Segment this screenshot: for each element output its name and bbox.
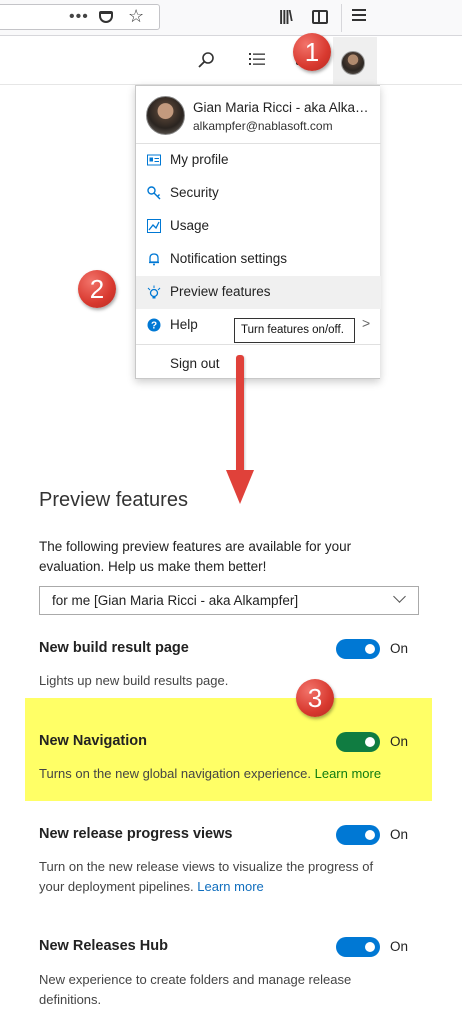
chevron-down-icon (393, 590, 406, 603)
menu-item-label: My profile (170, 152, 229, 167)
arrow-shaft (236, 355, 244, 475)
browser-toolbar: ••• ☆ |||\ (0, 0, 462, 36)
arrow-down-icon (226, 470, 254, 504)
profile-avatar (146, 96, 185, 135)
user-avatar[interactable] (341, 51, 365, 75)
callout-3: 3 (296, 679, 334, 717)
url-bar[interactable]: ••• ☆ (0, 4, 160, 30)
key-icon (147, 186, 161, 200)
preview-features-description: The following preview features are avail… (39, 539, 352, 574)
menu-item-sign-out[interactable]: Sign out (136, 348, 381, 381)
feature-description: New experience to create folders and man… (39, 972, 352, 1007)
hamburger-menu-icon[interactable] (352, 9, 366, 23)
callout-2: 2 (78, 270, 116, 308)
feature-name: New Navigation (39, 733, 147, 749)
sidebar-icon[interactable] (312, 10, 328, 24)
preview-sparkle-icon (147, 285, 161, 299)
search-icon[interactable] (197, 51, 215, 69)
scope-select[interactable]: for me [Gian Maria Ricci - aka Alkampfer… (39, 586, 419, 615)
feature-description: Lights up new build results page. (39, 673, 229, 688)
app-header (0, 37, 462, 85)
menu-item-my-profile[interactable]: My profile (136, 144, 381, 177)
menu-divider (136, 344, 381, 345)
menu-item-preview-features[interactable]: Preview features (136, 276, 381, 309)
feature-toggle[interactable] (336, 825, 380, 845)
profile-name: Gian Maria Ricci - aka Alka… (193, 100, 369, 115)
feature-name: New Releases Hub (39, 938, 168, 954)
id-card-icon (147, 154, 161, 166)
feature-toggle-state: On (390, 641, 409, 656)
menu-item-notification-settings[interactable]: Notification settings (136, 243, 381, 276)
feature-description: Turn on the new release views to visuali… (39, 859, 374, 894)
callout-1: 1 (293, 33, 331, 71)
usage-chart-icon (147, 219, 161, 233)
more-dots-icon[interactable]: ••• (69, 8, 89, 26)
bell-icon (149, 253, 159, 266)
pocket-icon[interactable] (99, 11, 113, 23)
menu-item-security[interactable]: Security (136, 177, 381, 210)
feature-toggle[interactable] (336, 732, 380, 752)
feature-name: New build result page (39, 640, 189, 656)
menu-item-label: Notification settings (170, 251, 288, 266)
menu-item-label: Usage (170, 218, 210, 233)
help-circle-icon: ? (147, 318, 161, 332)
feature-toggle-state: On (390, 827, 409, 842)
library-icon[interactable]: |||\ (279, 8, 293, 25)
feature-toggle-state: On (390, 734, 409, 749)
feature-toggle[interactable] (336, 639, 380, 659)
chevron-right-icon: > (362, 315, 371, 331)
preview-features-tooltip: Turn features on/off. (234, 318, 355, 343)
profile-email: alkampfer@nablasoft.com (193, 119, 333, 133)
feature-description: Turns on the new global navigation exper… (39, 766, 382, 781)
learn-more-link[interactable]: Learn more (315, 766, 381, 781)
menu-item-label: Security (170, 185, 219, 200)
sign-out-label: Sign out (170, 356, 220, 371)
scope-select-value: for me [Gian Maria Ricci - aka Alkampfer… (52, 593, 299, 608)
svg-text:?: ? (151, 321, 157, 332)
bookmark-star-icon[interactable]: ☆ (128, 6, 144, 27)
feature-toggle[interactable] (336, 937, 380, 957)
menu-item-label: Help (170, 317, 198, 332)
preview-features-title: Preview features (39, 489, 188, 511)
feature-name: New release progress views (39, 826, 233, 842)
menu-item-usage[interactable]: Usage (136, 210, 381, 243)
task-list-icon[interactable] (248, 51, 266, 67)
toolbar-divider (341, 4, 342, 32)
feature-toggle-state: On (390, 939, 409, 954)
learn-more-link[interactable]: Learn more (197, 879, 263, 894)
menu-item-label: Preview features (170, 284, 271, 299)
